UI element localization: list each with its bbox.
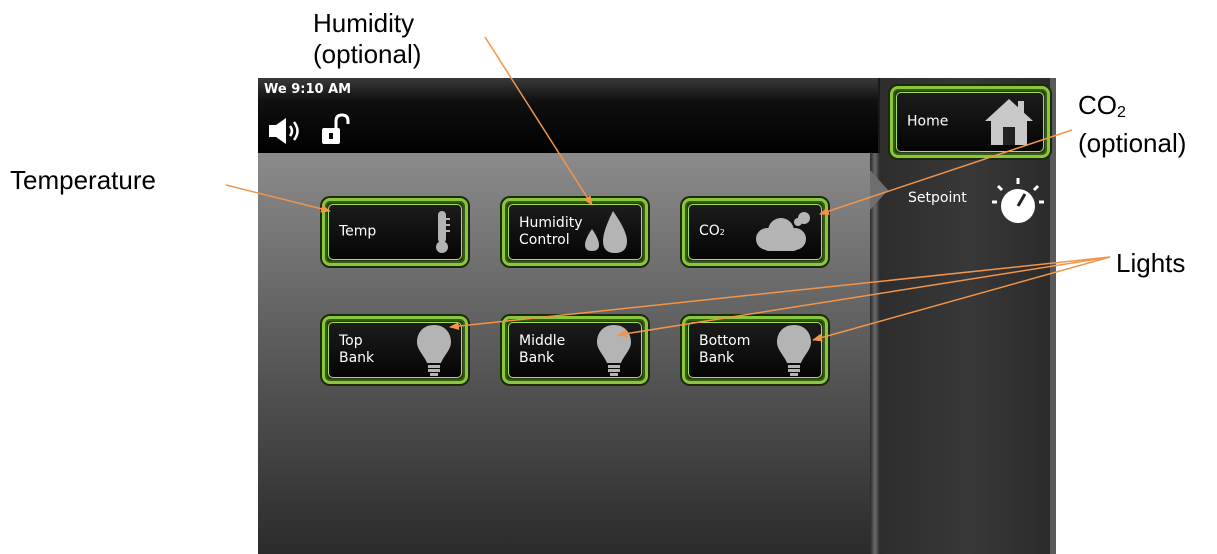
temp-button-face: Temp bbox=[328, 204, 462, 260]
light-bulb-icon bbox=[597, 325, 631, 376]
side-panel-edge bbox=[1050, 78, 1056, 554]
humidity-control-button-label: Humidity Control bbox=[519, 215, 583, 248]
humidity-callout: Humidity (optional) bbox=[313, 8, 421, 70]
co2-button-label-subscript: 2 bbox=[719, 228, 725, 237]
bottom-bank-button-face: Bottom Bank bbox=[688, 322, 822, 378]
setpoint-menu-item[interactable]: Setpoint bbox=[898, 176, 1048, 236]
temp-button[interactable]: Temp bbox=[322, 198, 468, 266]
bottom-bank-button[interactable]: Bottom Bank bbox=[682, 316, 828, 384]
setpoint-pointer bbox=[870, 170, 888, 210]
top-bank-button[interactable]: Top Bank bbox=[322, 316, 468, 384]
humidity-control-button[interactable]: Humidity Control bbox=[502, 198, 648, 266]
co2-callout-main: CO bbox=[1078, 90, 1117, 120]
house-icon bbox=[985, 99, 1033, 145]
unlocked-padlock-icon[interactable] bbox=[320, 113, 350, 147]
co2-callout-line1: CO2 bbox=[1078, 90, 1186, 128]
humidity-callout-line2: (optional) bbox=[313, 39, 422, 69]
temperature-callout: Temperature bbox=[10, 165, 156, 195]
middle-bank-button[interactable]: Middle Bank bbox=[502, 316, 648, 384]
top-bank-button-face: Top Bank bbox=[328, 322, 462, 378]
setpoint-label: Setpoint bbox=[908, 190, 967, 206]
middle-bank-button-face: Middle Bank bbox=[508, 322, 642, 378]
lights-callout: Lights bbox=[1116, 248, 1186, 278]
co2-button-label-main: CO bbox=[699, 223, 720, 239]
home-button[interactable]: Home bbox=[890, 86, 1050, 158]
humidity-control-button-face: Humidity Control bbox=[508, 204, 642, 260]
temp-button-label: Temp bbox=[339, 223, 377, 240]
speaker-icon[interactable] bbox=[268, 116, 312, 146]
home-button-face: Home bbox=[896, 92, 1044, 152]
light-bulb-icon bbox=[777, 325, 811, 376]
co2-callout-line2: (optional) bbox=[1078, 128, 1187, 158]
cloud-icon bbox=[756, 212, 810, 251]
co2-button-label: CO2 bbox=[699, 223, 725, 241]
middle-bank-button-label: Middle Bank bbox=[519, 333, 566, 366]
thermometer-icon bbox=[436, 211, 450, 253]
clock-readout: We 9:10 AM bbox=[264, 82, 352, 97]
top-bank-button-label: Top Bank bbox=[339, 333, 375, 366]
status-bar: We 9:10 AM bbox=[258, 78, 878, 153]
co2-callout: CO2 (optional) bbox=[1078, 90, 1186, 159]
bottom-bank-button-label: Bottom Bank bbox=[699, 333, 751, 366]
home-button-label: Home bbox=[907, 113, 949, 130]
device-screen: We 9:10 AM Temp Humidity Control CO2 Top… bbox=[258, 78, 1056, 554]
co2-button[interactable]: CO2 bbox=[682, 198, 828, 266]
light-bulb-icon bbox=[417, 325, 451, 376]
co2-button-face: CO2 bbox=[688, 204, 822, 260]
humidity-callout-line1: Humidity bbox=[313, 8, 415, 38]
water-drops-icon bbox=[585, 211, 627, 253]
dial-knob-icon bbox=[992, 178, 1044, 223]
panel-divider bbox=[870, 153, 880, 554]
co2-callout-subscript: 2 bbox=[1117, 104, 1126, 121]
